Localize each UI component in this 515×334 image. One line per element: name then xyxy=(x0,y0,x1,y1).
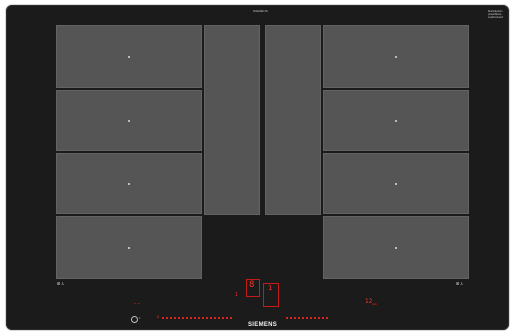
left-level: 0 xyxy=(157,314,160,319)
cooking-zone-left-1[interactable] xyxy=(56,25,202,88)
cooking-zone-left-3[interactable] xyxy=(56,153,202,214)
top-marking: SIEMENS xyxy=(253,9,268,13)
zone-marker-icon xyxy=(128,182,130,185)
left-indicators: ⌐ ⌐ xyxy=(134,301,140,306)
zone-marker-icon xyxy=(395,55,397,58)
zone-marker-icon xyxy=(395,246,397,249)
right-power-slider[interactable] xyxy=(286,317,330,319)
zone-marker-icon xyxy=(128,55,130,58)
center-mark: 1 xyxy=(235,292,238,298)
center-display-small: 1 xyxy=(268,284,273,292)
power-icon[interactable] xyxy=(131,316,138,323)
cooking-zone-right-3[interactable] xyxy=(323,153,469,214)
top-right-badge: flexInduction powerMove cookConnect xyxy=(488,10,504,20)
center-display: 8 xyxy=(249,280,255,290)
cooking-zone-right-4[interactable] xyxy=(323,216,469,279)
cooking-zone-left-2[interactable] xyxy=(56,90,202,151)
zone-marker-icon xyxy=(128,119,130,122)
brand-logo: SIEMENS xyxy=(248,322,278,328)
right-zone-label: ⊞ ⅄ xyxy=(456,281,463,286)
cooking-zone-center-left[interactable] xyxy=(204,25,260,215)
zone-marker-icon xyxy=(128,246,130,249)
cooking-zone-right-1[interactable] xyxy=(323,25,469,88)
left-power-slider[interactable] xyxy=(162,317,232,319)
cooking-zone-center-right[interactable] xyxy=(265,25,321,215)
timer-unit: min xyxy=(372,302,377,306)
zone-marker-icon xyxy=(395,182,397,185)
left-zone-label: ⊞ ⅄ xyxy=(57,281,64,286)
cooking-zone-right-2[interactable] xyxy=(323,90,469,151)
zone-marker-icon xyxy=(395,119,397,122)
lock-icon[interactable]: • xyxy=(139,315,140,320)
cooking-zone-left-4[interactable] xyxy=(56,216,202,279)
